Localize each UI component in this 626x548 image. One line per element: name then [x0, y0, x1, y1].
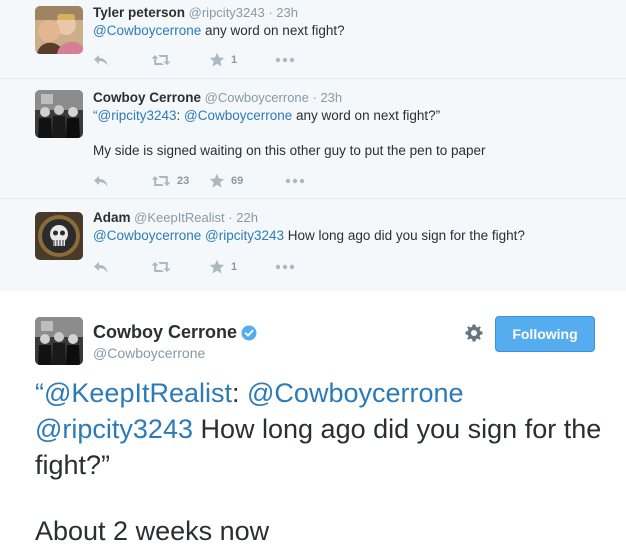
timestamp[interactable]: 23h	[320, 90, 342, 105]
more-button[interactable]	[275, 264, 295, 270]
mention-link[interactable]: @Cowboycerrone	[247, 378, 464, 408]
retweet-icon	[151, 173, 171, 189]
favorite-icon	[209, 173, 225, 189]
retweet-icon	[151, 259, 171, 275]
tweet-text-line2: My side is signed waiting on this other …	[93, 143, 486, 158]
tweet-tyler[interactable]: Tyler peterson @ripcity3243 · 23h @Cowbo…	[0, 0, 626, 79]
mention-link[interactable]: @ripcity3243	[35, 414, 193, 444]
more-icon	[285, 178, 305, 184]
favorite-icon	[209, 52, 225, 68]
mention-link[interactable]: @Cowboycerrone	[93, 23, 201, 38]
timestamp[interactable]: 23h	[276, 5, 298, 20]
timestamp[interactable]: 22h	[236, 210, 258, 225]
more-button[interactable]	[275, 57, 295, 63]
tweet-reply-text: About 2 weeks now	[35, 516, 270, 546]
reply-button[interactable]	[93, 259, 151, 275]
mention-link[interactable]: @Cowboycerrone	[184, 108, 292, 123]
favorite-count: 1	[231, 261, 238, 273]
fullname[interactable]: Adam	[93, 210, 131, 225]
username[interactable]: @Cowboycerrone	[93, 345, 205, 361]
favorite-icon	[209, 259, 225, 275]
fullname[interactable]: Cowboy Cerrone	[93, 322, 257, 343]
mention-link[interactable]: @Cowboycerrone	[93, 228, 201, 243]
avatar[interactable]	[35, 6, 83, 54]
fullname[interactable]: Tyler peterson	[93, 5, 185, 20]
tweet-text: @Cowboycerrone any word on next fight?	[93, 23, 345, 38]
mention-link[interactable]: @ripcity3243	[98, 108, 177, 123]
tweet-actions: 1	[93, 259, 295, 275]
tweet-adam[interactable]: Adam @KeepItRealist · 22h @Cowboycerrone…	[0, 199, 626, 291]
reply-icon	[93, 173, 109, 189]
tweet-actions: 23 69	[93, 173, 305, 189]
reply-button[interactable]	[93, 173, 151, 189]
tweet-text: @Cowboycerrone @ripcity3243 How long ago…	[93, 228, 525, 243]
username[interactable]: @KeepItRealist	[134, 210, 225, 225]
tweet-text: “@KeepItRealist: @Cowboycerrone @ripcity3…	[35, 378, 602, 480]
tweet-actions: 1	[93, 52, 295, 68]
avatar[interactable]	[35, 317, 83, 365]
username[interactable]: @ripcity3243	[189, 5, 265, 20]
verified-icon	[241, 325, 257, 340]
time-separator: ·	[308, 90, 321, 105]
retweet-button[interactable]	[151, 52, 209, 68]
mention-link[interactable]: @KeepItRealist	[44, 378, 232, 408]
gear-icon[interactable]	[464, 323, 484, 343]
permalink-tweet: Cowboy Cerrone @Cowboycerrone Following …	[0, 291, 626, 548]
username[interactable]: @Cowboycerrone	[205, 90, 309, 105]
reply-icon	[93, 52, 109, 68]
avatar[interactable]	[35, 212, 83, 260]
conversation-context: Tyler peterson @ripcity3243 · 23h @Cowbo…	[0, 0, 626, 291]
more-icon	[275, 57, 295, 63]
following-button[interactable]: Following	[495, 316, 595, 352]
retweet-button[interactable]	[151, 259, 209, 275]
fullname[interactable]: Cowboy Cerrone	[93, 90, 201, 105]
more-button[interactable]	[285, 178, 305, 184]
tweet-text: “@ripcity3243: @Cowboycerrone any word o…	[93, 108, 441, 123]
retweet-count: 23	[177, 175, 190, 187]
reply-button[interactable]	[93, 52, 151, 68]
favorite-button[interactable]: 1	[209, 52, 275, 68]
retweet-button[interactable]: 23	[151, 173, 209, 189]
reply-icon	[93, 259, 109, 275]
favorite-count: 1	[231, 54, 238, 66]
tweet-cerrone-reply[interactable]: Cowboy Cerrone @Cowboycerrone · 23h “@ri…	[0, 79, 626, 199]
favorite-button[interactable]: 69	[209, 173, 285, 189]
time-separator: ·	[264, 5, 277, 20]
mention-link[interactable]: @ripcity3243	[205, 228, 284, 243]
favorite-count: 69	[231, 175, 244, 187]
favorite-button[interactable]: 1	[209, 259, 275, 275]
more-icon	[275, 264, 295, 270]
retweet-icon	[151, 52, 171, 68]
avatar[interactable]	[35, 90, 83, 138]
time-separator: ·	[224, 210, 237, 225]
